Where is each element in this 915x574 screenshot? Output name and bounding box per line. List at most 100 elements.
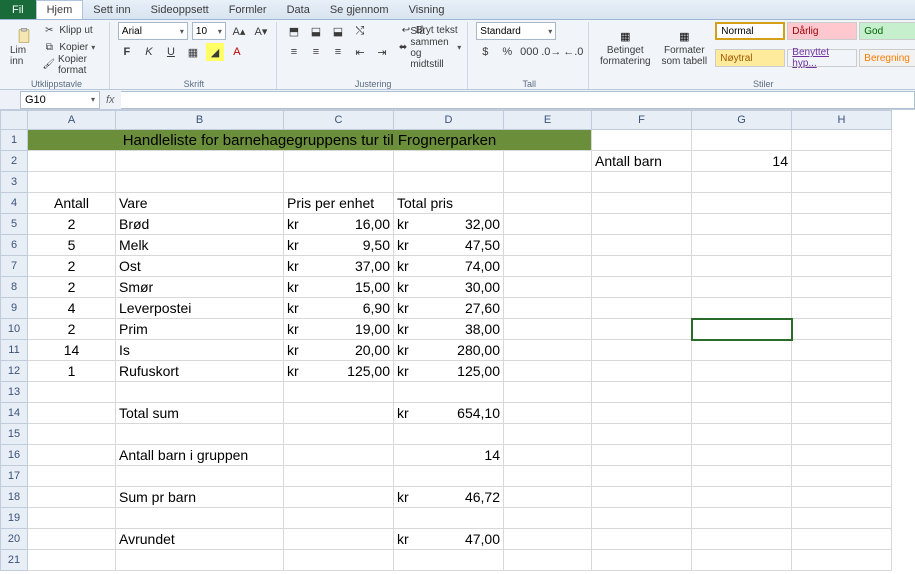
cell-B12[interactable]: Rufuskort (116, 361, 284, 382)
cell-G2[interactable]: 14 (692, 151, 792, 172)
cell-C6[interactable]: kr9,50 (284, 235, 394, 256)
cell-B17[interactable] (116, 466, 284, 487)
paste-button[interactable]: Lim inn (10, 22, 38, 74)
row-header-7[interactable]: 7 (0, 256, 28, 277)
cell-A18[interactable] (28, 487, 116, 508)
increase-decimal-button[interactable]: .0→ (542, 43, 560, 61)
cell-A2[interactable] (28, 151, 116, 172)
cell-G18[interactable] (692, 487, 792, 508)
style-good[interactable]: God (859, 22, 915, 40)
tab-fil[interactable]: Fil (0, 0, 36, 19)
tab-formler[interactable]: Formler (219, 0, 277, 19)
cell-G9[interactable] (692, 298, 792, 319)
italic-button[interactable]: K (140, 43, 158, 61)
tab-data[interactable]: Data (277, 0, 320, 19)
col-header-F[interactable]: F (592, 110, 692, 130)
cell-C17[interactable] (284, 466, 394, 487)
orientation-button[interactable]: ⤭ (351, 22, 369, 40)
col-header-B[interactable]: B (116, 110, 284, 130)
row-header-13[interactable]: 13 (0, 382, 28, 403)
cell-F2[interactable]: Antall barn (592, 151, 692, 172)
cell-D21[interactable] (394, 550, 504, 571)
cell-F13[interactable] (592, 382, 692, 403)
grid-area[interactable]: ABCDEFGH Handleliste for barnehagegruppe… (28, 110, 915, 574)
cell-A1[interactable]: Handleliste for barnehagegruppens tur ti… (28, 130, 592, 151)
cell-D5[interactable]: kr32,00 (394, 214, 504, 235)
row-header-9[interactable]: 9 (0, 298, 28, 319)
cell-G6[interactable] (692, 235, 792, 256)
cell-G21[interactable] (692, 550, 792, 571)
cell-D20[interactable]: kr47,00 (394, 529, 504, 550)
increase-indent-button[interactable]: ⇥ (373, 43, 391, 61)
cell-C19[interactable] (284, 508, 394, 529)
cell-D7[interactable]: kr74,00 (394, 256, 504, 277)
tab-visning[interactable]: Visning (399, 0, 455, 19)
cell-E4[interactable] (504, 193, 592, 214)
cell-A19[interactable] (28, 508, 116, 529)
cell-D3[interactable] (394, 172, 504, 193)
cell-C12[interactable]: kr125,00 (284, 361, 394, 382)
row-header-6[interactable]: 6 (0, 235, 28, 256)
style-hyperlink[interactable]: Benyttet hyp... (787, 49, 857, 67)
row-header-19[interactable]: 19 (0, 508, 28, 529)
cell-B3[interactable] (116, 172, 284, 193)
cell-G15[interactable] (692, 424, 792, 445)
cell-E18[interactable] (504, 487, 592, 508)
font-name-select[interactable]: Arial▾ (118, 22, 188, 40)
cell-B16[interactable]: Antall barn i gruppen (116, 445, 284, 466)
cell-B18[interactable]: Sum pr barn (116, 487, 284, 508)
cell-A17[interactable] (28, 466, 116, 487)
cell-F18[interactable] (592, 487, 692, 508)
row-header-16[interactable]: 16 (0, 445, 28, 466)
cell-B19[interactable] (116, 508, 284, 529)
style-calc[interactable]: Beregning (859, 49, 915, 67)
row-header-4[interactable]: 4 (0, 193, 28, 214)
style-neutral[interactable]: Nøytral (715, 49, 785, 67)
align-top-button[interactable]: ⬒ (285, 22, 303, 40)
cell-A13[interactable] (28, 382, 116, 403)
cell-B13[interactable] (116, 382, 284, 403)
cell-F12[interactable] (592, 361, 692, 382)
row-header-18[interactable]: 18 (0, 487, 28, 508)
cell-C2[interactable] (284, 151, 394, 172)
cell-A6[interactable]: 5 (28, 235, 116, 256)
cell-C3[interactable] (284, 172, 394, 193)
cell-B4[interactable]: Vare (116, 193, 284, 214)
cell-B5[interactable]: Brød (116, 214, 284, 235)
cell-G12[interactable] (692, 361, 792, 382)
cell-E12[interactable] (504, 361, 592, 382)
cell-E6[interactable] (504, 235, 592, 256)
cell-A5[interactable]: 2 (28, 214, 116, 235)
cell-G14[interactable] (692, 403, 792, 424)
cell-F9[interactable] (592, 298, 692, 319)
cell-H2[interactable] (792, 151, 892, 172)
cell-F17[interactable] (592, 466, 692, 487)
cell-B11[interactable]: Is (116, 340, 284, 361)
row-header-8[interactable]: 8 (0, 277, 28, 298)
fill-color-button[interactable]: ◢ (206, 43, 224, 61)
cell-F14[interactable] (592, 403, 692, 424)
cell-F8[interactable] (592, 277, 692, 298)
cell-G20[interactable] (692, 529, 792, 550)
font-color-button[interactable]: A (228, 43, 246, 61)
row-header-17[interactable]: 17 (0, 466, 28, 487)
cell-A10[interactable]: 2 (28, 319, 116, 340)
cell-A15[interactable] (28, 424, 116, 445)
cell-B20[interactable]: Avrundet (116, 529, 284, 550)
cell-B14[interactable]: Total sum (116, 403, 284, 424)
thousands-button[interactable]: 000 (520, 43, 538, 61)
cell-F4[interactable] (592, 193, 692, 214)
align-left-button[interactable]: ≡ (285, 43, 303, 61)
cell-B7[interactable]: Ost (116, 256, 284, 277)
row-header-14[interactable]: 14 (0, 403, 28, 424)
cell-G16[interactable] (692, 445, 792, 466)
tab-sideoppsett[interactable]: Sideoppsett (141, 0, 219, 19)
cell-G7[interactable] (692, 256, 792, 277)
cell-F7[interactable] (592, 256, 692, 277)
number-format-select[interactable]: Standard▾ (476, 22, 556, 40)
cell-E5[interactable] (504, 214, 592, 235)
cell-E11[interactable] (504, 340, 592, 361)
row-header-12[interactable]: 12 (0, 361, 28, 382)
decrease-decimal-button[interactable]: ←.0 (564, 43, 582, 61)
grow-font-button[interactable]: A▴ (230, 22, 248, 40)
